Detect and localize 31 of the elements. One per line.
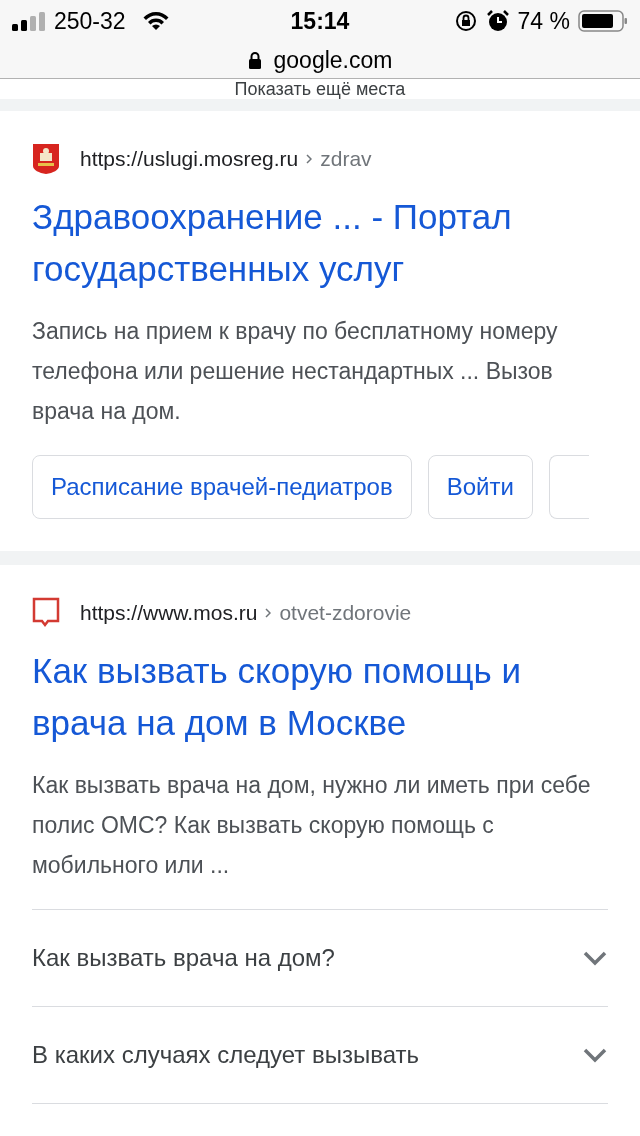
address-domain[interactable]: google.com xyxy=(273,42,393,78)
sitelink-chip[interactable]: Расписание врачей-педиатров xyxy=(32,455,412,519)
battery-icon xyxy=(578,10,628,32)
result-url: https://www.mos.ru xyxy=(80,600,258,627)
clock-time: 15:14 xyxy=(290,6,350,36)
lock-icon xyxy=(247,51,262,69)
faq-question: В каких случаях следует вызывать xyxy=(32,1040,419,1070)
rotation-lock-icon xyxy=(453,9,478,33)
alarm-clock-icon xyxy=(485,9,510,33)
result-title-link[interactable]: Здравоохранение ... - Портал государственных услуг xyxy=(32,191,608,295)
result-title-link[interactable]: Как вызвать скорую помощь и врача на дом в Москве xyxy=(32,645,608,749)
cellular-signal-icon xyxy=(12,11,46,31)
result-url: https://uslugi.mosreg.ru xyxy=(80,146,299,173)
speech-bubble-icon xyxy=(32,597,60,629)
breadcrumb-chevron-icon xyxy=(265,608,272,618)
breadcrumb-chevron-icon xyxy=(306,154,313,164)
result-snippet: Как вызвать врача на дом, нужно ли иметь при себе полис ОМС? Как вызвать скорую помощь с мобильного или ... xyxy=(32,771,592,880)
faq-row[interactable]: В каких случаях следует вызывать xyxy=(32,1007,608,1104)
wifi-icon xyxy=(141,11,170,31)
carrier-name: 250-32 xyxy=(54,6,126,36)
coat-of-arms-icon xyxy=(32,143,60,175)
sitelink-chip[interactable]: Войти xyxy=(427,455,533,519)
chevron-down-icon xyxy=(582,950,608,966)
chevron-down-icon xyxy=(582,1047,608,1063)
faq-row[interactable]: Как вызвать врача на дом? xyxy=(32,910,608,1007)
battery-percent: 74 % xyxy=(517,6,570,36)
result-snippet: Запись на прием к врачу по бесплатному номеру телефона или решение нестандартных ... Вызов врача на дом. xyxy=(32,317,559,426)
result-path: otvet-zdorovie xyxy=(279,600,412,627)
result-path: zdrav xyxy=(320,146,372,173)
sitelink-chip[interactable] xyxy=(548,455,589,519)
faq-question: Как вызвать врача на дом? xyxy=(32,943,335,973)
